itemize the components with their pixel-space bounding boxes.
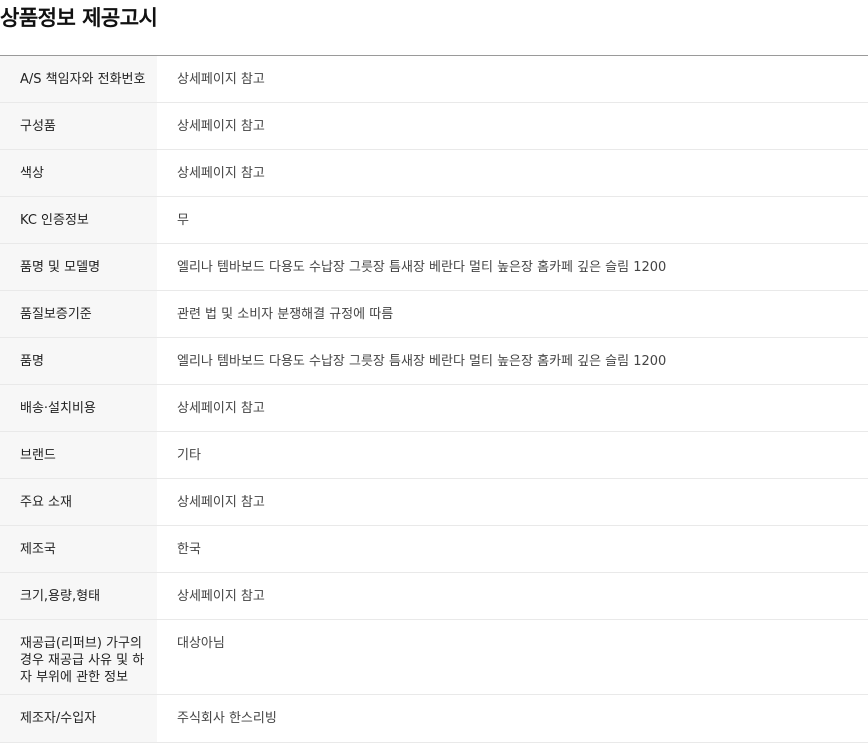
row-value: 대상아님 (157, 620, 868, 695)
row-label: 구성품 (0, 102, 157, 150)
row-value: 상세페이지 참고 (157, 479, 868, 526)
table-row: KC 인증정보 무 (0, 196, 868, 244)
row-value: 상세페이지 참고 (157, 385, 868, 432)
row-label-text: 품명 (20, 354, 44, 369)
table-row: 재공급(리퍼브) 가구의 경우 재공급 사유 및 하자 부위에 관한 정보 대상… (0, 619, 868, 695)
row-value-text: 상세페이지 참고 (177, 166, 265, 181)
table-row: 구성품 상세페이지 참고 (0, 102, 868, 150)
row-label: 품명 및 모델명 (0, 243, 157, 291)
row-value-text: 상세페이지 참고 (177, 119, 265, 134)
table-row: 품명 엘리나 템바보드 다용도 수납장 그릇장 틈새장 베란다 멀티 높은장 홈… (0, 337, 868, 385)
row-label: 브랜드 (0, 431, 157, 479)
row-label-text: 색상 (20, 166, 44, 181)
row-value-text: 엘리나 템바보드 다용도 수납장 그릇장 틈새장 베란다 멀티 높은장 홈카페 … (177, 260, 667, 275)
row-value: 엘리나 템바보드 다용도 수납장 그릇장 틈새장 베란다 멀티 높은장 홈카페 … (157, 244, 868, 291)
row-label-text: 크기,용량,형태 (20, 589, 101, 604)
row-label: KC 인증정보 (0, 196, 157, 244)
row-value: 주식회사 한스리빙 (157, 695, 868, 743)
table-row: 배송·설치비용 상세페이지 참고 (0, 384, 868, 432)
row-label: 제조자/수입자 (0, 694, 157, 743)
row-value-text: 상세페이지 참고 (177, 495, 265, 510)
row-label: 품명 (0, 337, 157, 385)
row-label: A/S 책임자와 전화번호 (0, 55, 157, 103)
table-row: 색상 상세페이지 참고 (0, 149, 868, 197)
row-value: 엘리나 템바보드 다용도 수납장 그릇장 틈새장 베란다 멀티 높은장 홈카페 … (157, 338, 868, 385)
row-value: 관련 법 및 소비자 분쟁해결 규정에 따름 (157, 291, 868, 338)
row-value-text: 대상아님 (177, 636, 225, 651)
row-value: 상세페이지 참고 (157, 573, 868, 620)
table-row: 제조국 한국 (0, 525, 868, 573)
row-value-text: 상세페이지 참고 (177, 72, 265, 87)
row-label: 제조국 (0, 525, 157, 573)
row-label-text: 품질보증기준 (20, 307, 92, 322)
row-label-text: 제조자/수입자 (20, 711, 97, 726)
row-label-text: 브랜드 (20, 448, 56, 463)
row-label-text: 재공급(리퍼브) 가구의 경우 재공급 사유 및 하자 부위에 관한 정보 (20, 636, 145, 685)
table-row: 품명 및 모델명 엘리나 템바보드 다용도 수납장 그릇장 틈새장 베란다 멀티… (0, 243, 868, 291)
row-value: 상세페이지 참고 (157, 56, 868, 103)
row-value: 상세페이지 참고 (157, 103, 868, 150)
row-label-text: 품명 및 모델명 (20, 260, 101, 275)
row-value: 상세페이지 참고 (157, 150, 868, 197)
row-value-text: 관련 법 및 소비자 분쟁해결 규정에 따름 (177, 307, 394, 322)
row-label: 재공급(리퍼브) 가구의 경우 재공급 사유 및 하자 부위에 관한 정보 (0, 619, 157, 695)
row-value-text: 한국 (177, 542, 201, 557)
table-row: 브랜드 기타 (0, 431, 868, 479)
table-row: 품질보증기준 관련 법 및 소비자 분쟁해결 규정에 따름 (0, 290, 868, 338)
row-label: 품질보증기준 (0, 290, 157, 338)
row-value: 무 (157, 197, 868, 244)
row-label: 크기,용량,형태 (0, 572, 157, 620)
row-value-text: 상세페이지 참고 (177, 401, 265, 416)
page-title: 상품정보 제공고시 (0, 6, 158, 30)
row-label: 배송·설치비용 (0, 384, 157, 432)
row-label: 주요 소재 (0, 478, 157, 526)
row-label-text: 배송·설치비용 (20, 401, 96, 416)
row-value-text: 상세페이지 참고 (177, 589, 265, 604)
row-label-text: KC 인증정보 (20, 213, 89, 228)
row-value-text: 기타 (177, 448, 201, 463)
row-value-text: 주식회사 한스리빙 (177, 711, 277, 726)
table-row: 제조자/수입자 주식회사 한스리빙 (0, 694, 868, 743)
row-label: 색상 (0, 149, 157, 197)
row-value: 한국 (157, 526, 868, 573)
row-value-text: 엘리나 템바보드 다용도 수납장 그릇장 틈새장 베란다 멀티 높은장 홈카페 … (177, 354, 667, 369)
table-row: 주요 소재 상세페이지 참고 (0, 478, 868, 526)
row-label-text: 구성품 (20, 119, 56, 134)
row-label-text: A/S 책임자와 전화번호 (20, 72, 146, 87)
row-label-text: 주요 소재 (20, 495, 72, 510)
row-label-text: 제조국 (20, 542, 56, 557)
product-info-table: A/S 책임자와 전화번호 상세페이지 참고 구성품 상세페이지 참고 색상 상… (0, 55, 868, 743)
table-row: A/S 책임자와 전화번호 상세페이지 참고 (0, 55, 868, 103)
table-row: 크기,용량,형태 상세페이지 참고 (0, 572, 868, 620)
row-value-text: 무 (177, 213, 189, 228)
row-value: 기타 (157, 432, 868, 479)
